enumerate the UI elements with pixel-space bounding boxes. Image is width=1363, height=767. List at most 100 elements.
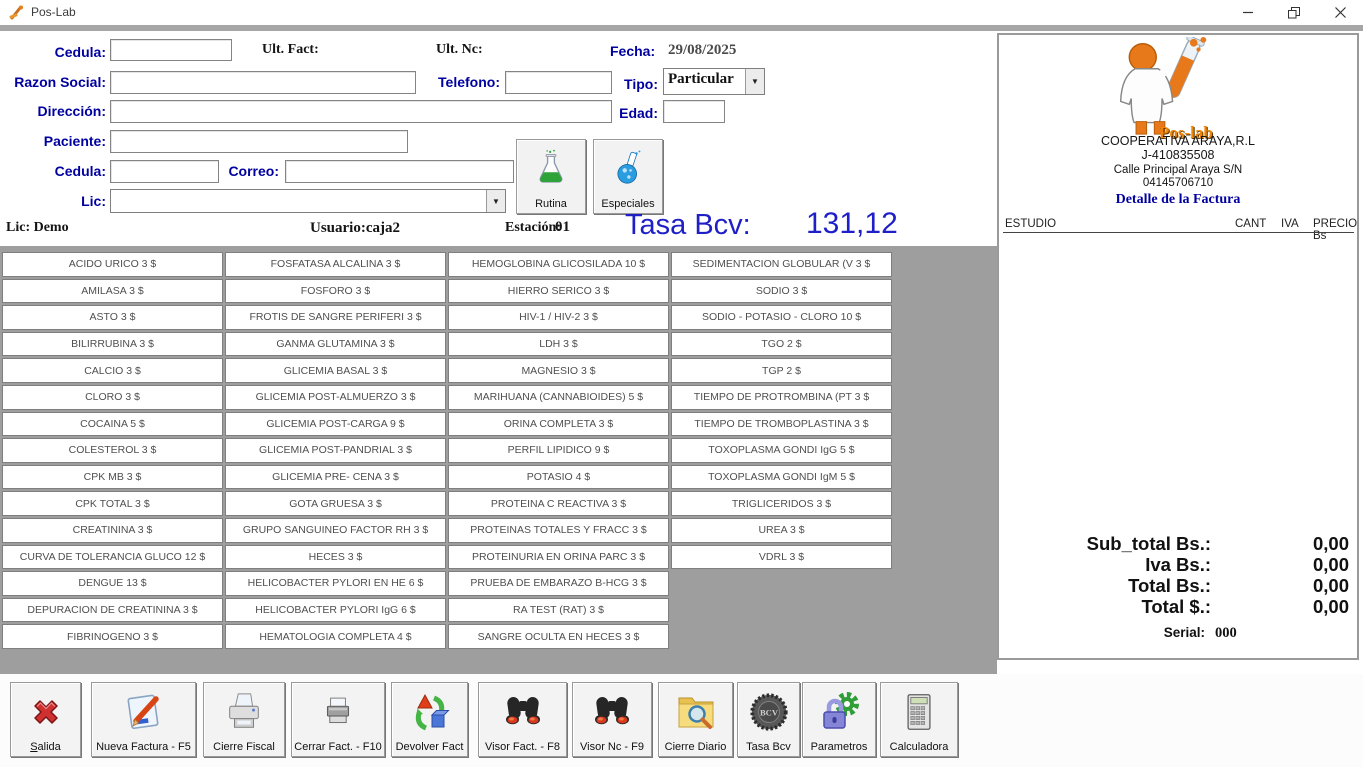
test-button[interactable]: GLICEMIA POST-ALMUERZO 3 $	[225, 385, 446, 410]
test-button[interactable]: HEMATOLOGIA COMPLETA 4 $	[225, 624, 446, 649]
invoice-detail-title: Detalle de la Factura	[999, 192, 1357, 208]
test-button[interactable]: MAGNESIO 3 $	[448, 358, 669, 383]
col-precio: PRECIO Bs	[1313, 218, 1357, 242]
test-button[interactable]: POTASIO 4 $	[448, 465, 669, 490]
salida-button[interactable]: Salida	[10, 682, 81, 757]
visor-nc-f9-button[interactable]: Visor Nc - F9	[572, 682, 652, 757]
especiales-flask-icon	[611, 140, 645, 196]
test-button[interactable]: FIBRINOGENO 3 $	[2, 624, 223, 649]
restore-button[interactable]	[1271, 0, 1317, 25]
rutina-button-label: Rutina	[535, 198, 567, 210]
test-button[interactable]: TGP 2 $	[671, 358, 892, 383]
test-button[interactable]: FOSFATASA ALCALINA 3 $	[225, 252, 446, 277]
test-button[interactable]: ASTO 3 $	[2, 305, 223, 330]
test-button[interactable]: SODIO 3 $	[671, 279, 892, 304]
especiales-button[interactable]: Especiales	[593, 139, 663, 214]
tasa-bcv-button[interactable]: BCVTasa Bcv	[737, 682, 800, 757]
test-button[interactable]: PERFIL LIPIDICO 9 $	[448, 438, 669, 463]
test-button[interactable]: CURVA DE TOLERANCIA GLUCO 12 $	[2, 545, 223, 570]
test-button[interactable]: HIERRO SERICO 3 $	[448, 279, 669, 304]
test-button[interactable]: HECES 3 $	[225, 545, 446, 570]
test-button[interactable]: CLORO 3 $	[2, 385, 223, 410]
title-bar: Pos-Lab	[0, 0, 1363, 25]
test-button[interactable]: VDRL 3 $	[671, 545, 892, 570]
test-button[interactable]: LDH 3 $	[448, 332, 669, 357]
test-button[interactable]: HIV-1 / HIV-2 3 $	[448, 305, 669, 330]
close-button[interactable]	[1317, 0, 1363, 25]
test-button[interactable]: HELICOBACTER PYLORI EN HE 6 $	[225, 571, 446, 596]
test-button[interactable]: TIEMPO DE TROMBOPLASTINA 3 $	[671, 412, 892, 437]
test-button[interactable]: GOTA GRUESA 3 $	[225, 491, 446, 516]
test-button[interactable]: CREATININA 3 $	[2, 518, 223, 543]
test-button[interactable]: TRIGLICERIDOS 3 $	[671, 491, 892, 516]
test-button[interactable]: SANGRE OCULTA EN HECES 3 $	[448, 624, 669, 649]
test-button[interactable]: RA TEST (RAT) 3 $	[448, 598, 669, 623]
test-button[interactable]: HEMOGLOBINA GLICOSILADA 10 $	[448, 252, 669, 277]
correo-input[interactable]	[285, 160, 514, 183]
total-row: Iva Bs.:0,00	[999, 554, 1355, 575]
cierre-fiscal-button[interactable]: Cierre Fiscal	[203, 682, 285, 757]
test-button[interactable]: PROTEINURIA EN ORINA PARC 3 $	[448, 545, 669, 570]
devolver-fact-button[interactable]: Devolver Fact	[391, 682, 468, 757]
direccion-input[interactable]	[110, 100, 612, 123]
calculadora-button[interactable]: Calculadora	[880, 682, 958, 757]
test-button[interactable]: GLICEMIA POST-PANDRIAL 3 $	[225, 438, 446, 463]
cedula-input[interactable]	[110, 39, 232, 61]
test-button[interactable]: GANMA GLUTAMINA 3 $	[225, 332, 446, 357]
nueva-factura-f5-button[interactable]: Nueva Factura - F5	[91, 682, 196, 757]
test-button[interactable]: DEPURACION DE CREATININA 3 $	[2, 598, 223, 623]
col-cant: CANT	[1235, 218, 1266, 230]
test-button[interactable]: DENGUE 13 $	[2, 571, 223, 596]
toolbar-button-label: Visor Fact. - F8	[485, 741, 560, 753]
station-value: 01	[555, 219, 570, 236]
test-button[interactable]: ACIDO URICO 3 $	[2, 252, 223, 277]
serial-label: Serial:	[1164, 625, 1205, 640]
test-button[interactable]: FOSFORO 3 $	[225, 279, 446, 304]
rutina-button[interactable]: Rutina	[516, 139, 586, 214]
test-button[interactable]: FROTIS DE SANGRE PERIFERI 3 $	[225, 305, 446, 330]
cierre-diario-button[interactable]: Cierre Diario	[658, 682, 733, 757]
lic-select[interactable]: ▼	[110, 189, 506, 213]
visor-fact-f8-button[interactable]: Visor Fact. - F8	[478, 682, 567, 757]
test-button[interactable]: HELICOBACTER PYLORI IgG 6 $	[225, 598, 446, 623]
edad-input[interactable]	[663, 100, 725, 123]
test-button[interactable]: TIEMPO DE PROTROMBINA (PT 3 $	[671, 385, 892, 410]
razon-social-input[interactable]	[110, 71, 416, 94]
lic-dropdown-arrow-icon[interactable]: ▼	[486, 190, 505, 212]
parametros-button[interactable]: Parametros	[802, 682, 876, 757]
test-button[interactable]: AMILASA 3 $	[2, 279, 223, 304]
minimize-button[interactable]	[1225, 0, 1271, 25]
test-button[interactable]: GRUPO SANGUINEO FACTOR RH 3 $	[225, 518, 446, 543]
test-button[interactable]: PROTEINA C REACTIVA 3 $	[448, 491, 669, 516]
test-button[interactable]: PROTEINAS TOTALES Y FRACC 3 $	[448, 518, 669, 543]
ult-nc-label: Ult. Nc:	[436, 42, 483, 58]
test-button[interactable]: COCAINA 5 $	[2, 412, 223, 437]
test-button[interactable]: CALCIO 3 $	[2, 358, 223, 383]
test-button[interactable]: GLICEMIA POST-CARGA 9 $	[225, 412, 446, 437]
cedula-paciente-input[interactable]	[110, 160, 219, 183]
paciente-input[interactable]	[110, 130, 408, 153]
nc-viewer-binoculars-icon	[590, 683, 634, 741]
tipo-dropdown-arrow-icon[interactable]: ▼	[745, 69, 764, 94]
test-button[interactable]: TOXOPLASMA GONDI IgG 5 $	[671, 438, 892, 463]
test-button[interactable]: GLICEMIA PRE- CENA 3 $	[225, 465, 446, 490]
test-button[interactable]: SODIO - POTASIO - CLORO 10 $	[671, 305, 892, 330]
cerrar-fact-f10-button[interactable]: Cerrar Fact. - F10	[291, 682, 385, 757]
test-button[interactable]: ORINA COMPLETA 3 $	[448, 412, 669, 437]
toolbar-button-label: Salida	[30, 741, 61, 753]
test-button[interactable]: TOXOPLASMA GONDI IgM 5 $	[671, 465, 892, 490]
test-button[interactable]: COLESTEROL 3 $	[2, 438, 223, 463]
test-button[interactable]: TGO 2 $	[671, 332, 892, 357]
test-button[interactable]: CPK TOTAL 3 $	[2, 491, 223, 516]
telefono-input[interactable]	[505, 71, 612, 94]
tipo-select[interactable]: Particular ▼	[663, 68, 765, 95]
bcv-rate-coin-icon: BCV	[748, 683, 790, 741]
test-button[interactable]: SEDIMENTACION GLOBULAR (V 3 $	[671, 252, 892, 277]
test-button[interactable]: BILIRRUBINA 3 $	[2, 332, 223, 357]
return-invoice-icon	[408, 683, 452, 741]
test-button[interactable]: CPK MB 3 $	[2, 465, 223, 490]
test-button[interactable]: MARIHUANA (CANNABIOIDES) 5 $	[448, 385, 669, 410]
test-button[interactable]: UREA 3 $	[671, 518, 892, 543]
test-button[interactable]: GLICEMIA BASAL 3 $	[225, 358, 446, 383]
test-button[interactable]: PRUEBA DE EMBARAZO B-HCG 3 $	[448, 571, 669, 596]
